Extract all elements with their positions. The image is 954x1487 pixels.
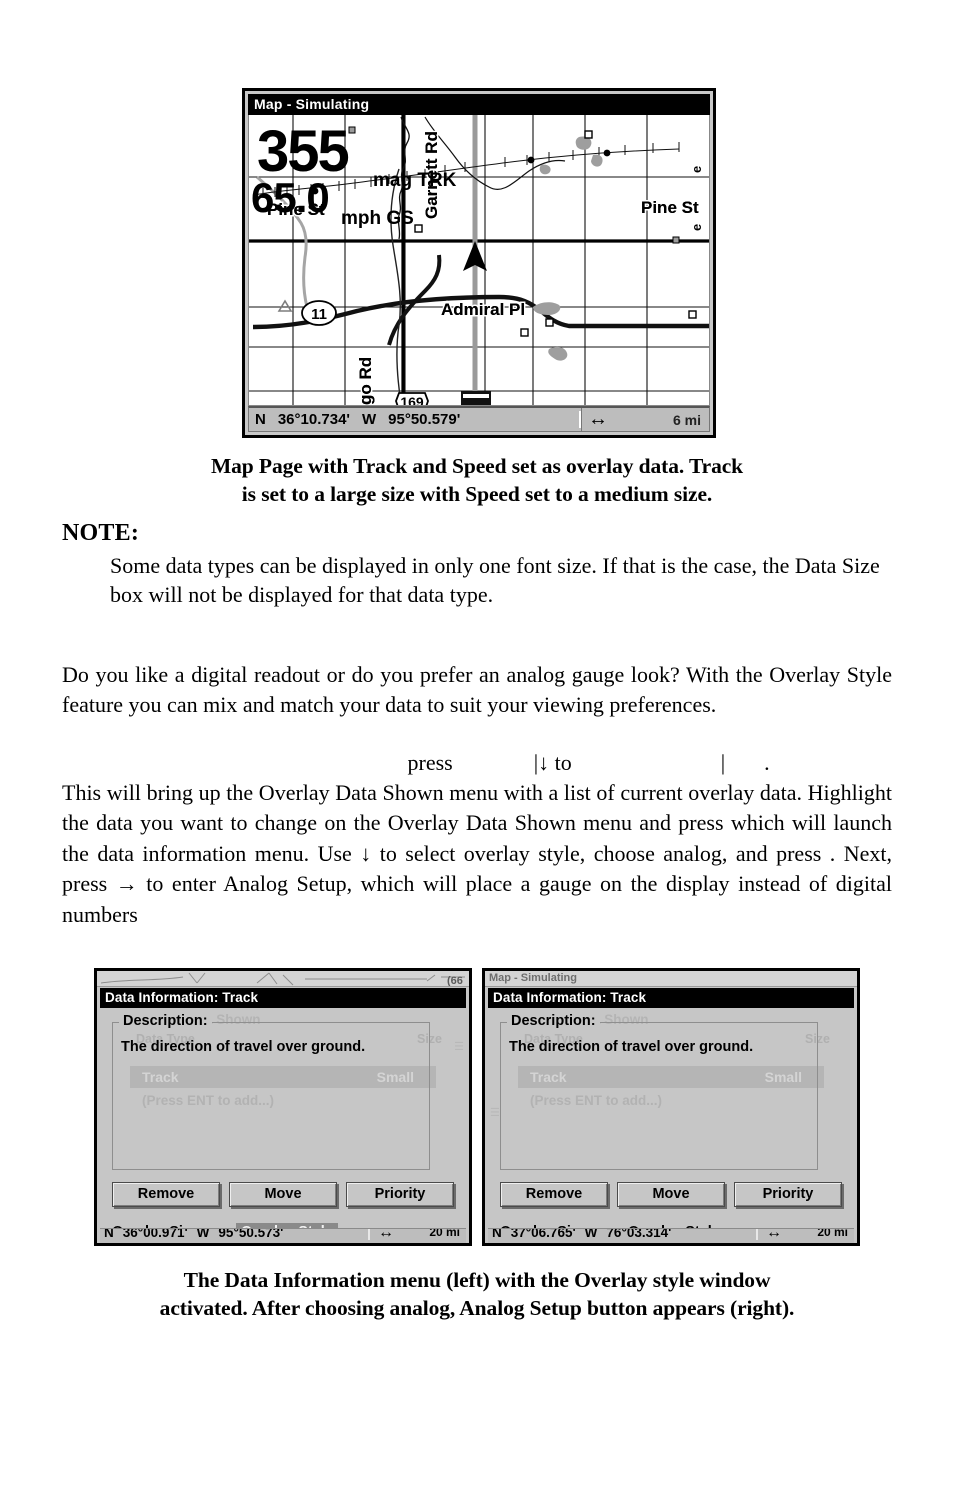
note-block: NOTE: Some data types can be displayed i… [62,520,892,610]
ghost-map-strip-left: (66 [97,971,469,987]
dialog-button-row-right: Remove Move Priority [500,1182,842,1207]
ghost-map-title-right: Map - Simulating [489,972,577,984]
figure-caption-top: Map Page with Track and Speed set as ove… [62,452,892,509]
svg-text:Pine St: Pine St [641,198,699,217]
control-selects-right: Small Analog Analog Setup [500,1245,846,1246]
description-group-right: Description: The direction of travel ove… [500,1013,818,1170]
dialog-zoom-left: ↔ 20 mi [370,1228,466,1241]
gapline-bar-arrow: |↓ to [533,749,572,775]
remove-button-right[interactable]: Remove [500,1182,608,1207]
dlg-lat-hemisphere-left: N [104,1228,114,1240]
longitude-hemisphere: W [361,411,377,428]
bottom-caption-line-2: activated. After choosing analog, Analog… [159,1296,795,1321]
map-page-titlebar: Map - Simulating [248,94,710,115]
map-status-bar: N 36°10.734' W 95°50.579' ↔ 6 mi [248,406,710,432]
svg-text:11: 11 [311,306,327,323]
move-button-left[interactable]: Move [229,1182,337,1207]
zoom-range-icon: ↔ [766,1228,782,1241]
priority-button-right[interactable]: Priority [734,1182,842,1207]
figure-caption-bottom: The Data Information menu (left) with th… [62,1266,892,1323]
caption-line-2: is set to a large size with Speed set to… [241,482,713,507]
map-zoom-indicator: ↔ 6 mi [581,408,709,431]
overlay-track-unit: mag TRK [373,170,457,191]
move-button-right[interactable]: Move [617,1182,725,1207]
dlg-lon-hemisphere-right: W [584,1228,598,1240]
overlay-size-select-left[interactable]: Small [112,1245,230,1246]
note-body: Some data types can be displayed in only… [110,553,880,608]
svg-text:Admiral Pl: Admiral Pl [441,300,525,319]
dialog-screenshots-row: (66 Data Information: Track Overlay Data… [88,968,866,1246]
overlay-size-select-right[interactable]: Small [500,1245,618,1246]
gps-device-frame: Map - Simulating 11 169 Pine St Pine St … [242,88,716,438]
description-group-left: Description: The direction of travel ove… [112,1013,430,1170]
dlg-latitude-left: 36°00.971' [122,1228,188,1240]
dlg-zoom-value-left: 20 mi [429,1228,460,1239]
overlay-speed-unit: mph GS [341,208,414,229]
longitude-value: 95°50.579' [388,411,461,428]
bottom-caption-line-1: The Data Information menu (left) with th… [183,1268,771,1292]
overlay-style-select-left[interactable]: Digital [236,1245,346,1246]
zoom-range-icon: ↔ [588,408,608,430]
map-canvas[interactable]: 11 169 Pine St Pine St Pine St Pine St A… [248,115,710,406]
svg-text:e: e [689,224,704,231]
dlg-lon-hemisphere-left: W [196,1228,210,1240]
svg-text:go Rd: go Rd [356,357,375,405]
overlay-track-value: 355 [257,119,350,184]
dialog-button-row-left: Remove Move Priority [112,1182,454,1207]
dialog-status-bar-right: N 37°06.765' W 76°03.314' ↔ 20 mi [488,1228,854,1243]
description-legend-left: Description: [119,1013,212,1029]
svg-text:e: e [689,166,704,173]
overlay-speed-value: 65.0 [251,174,330,221]
map-coordinates: N 36°10.734' W 95°50.579' [249,411,581,428]
data-information-dialog-right: Map - Simulating Data Information: Track… [482,968,860,1246]
zoom-range-value: 6 mi [672,411,701,428]
ghost-side-marker-left: ☰ [454,1041,464,1053]
dlg-lat-hemisphere-right: N [492,1228,502,1240]
paragraph-1: Do you like a digital readout or do you … [62,662,892,718]
dlg-latitude-right: 37°06.765' [510,1228,576,1240]
dialog-coordinates-left: N 36°00.971' W 95°50.573' [100,1228,370,1240]
latitude-value: 36°10.734' [277,411,350,428]
control-selects-left: Small Digital Digital Analog [112,1245,458,1246]
paragraph-2: This will bring up the Overlay Data Show… [62,778,892,930]
ghost-map-strip-right: Map - Simulating [485,971,857,987]
dlg-longitude-left: 95°50.573' [218,1228,284,1240]
description-text-left: The direction of travel over ground. [121,1039,366,1055]
dialog-body-right: Overlay Data Shown Data Type Size Track … [488,1010,854,1240]
overlay-style-select-right[interactable]: Analog [624,1245,734,1246]
ghost-map-lines-left: (66 [100,972,465,987]
dialog-zoom-right: ↔ 20 mi [758,1228,854,1241]
paragraph-keypress-line: press |↓ to | . [62,748,892,778]
latitude-hemisphere: N [255,411,266,428]
gapline-press-word: press [407,749,453,775]
priority-button-left[interactable]: Priority [346,1182,454,1207]
caption-line-1: Map Page with Track and Speed set as ove… [210,454,744,478]
body-text-block: Do you like a digital readout or do you … [62,660,892,930]
dialog-titlebar-right: Data Information: Track [488,988,854,1008]
note-heading: NOTE: [62,520,140,546]
analog-setup-button[interactable]: Analog Setup [744,1243,846,1246]
description-text-right: The direction of travel over ground. [509,1039,754,1055]
map-screenshot: Map - Simulating 11 169 Pine St Pine St … [242,88,716,438]
zoom-range-icon: ↔ [378,1228,394,1241]
svg-text:169: 169 [400,394,424,405]
description-legend-right: Description: [507,1013,600,1029]
ghost-side-marker-right: ☰ [490,1107,500,1119]
svg-text:(66: (66 [447,975,463,987]
dlg-zoom-value-right: 20 mi [817,1228,848,1239]
dialog-titlebar-left: Data Information: Track [100,988,466,1008]
remove-button-left[interactable]: Remove [112,1182,220,1207]
gapline-period: . [764,749,770,775]
gapline-bar: | [720,749,726,775]
dlg-longitude-right: 76°03.314' [606,1228,672,1240]
dialog-status-bar-left: N 36°00.971' W 95°50.573' ↔ 20 mi [100,1228,466,1243]
dialog-coordinates-right: N 37°06.765' W 76°03.314' [488,1228,758,1240]
dialog-body-left: Overlay Data Shown Data Type Size Track … [100,1010,466,1242]
data-information-dialog-left: (66 Data Information: Track Overlay Data… [94,968,472,1246]
